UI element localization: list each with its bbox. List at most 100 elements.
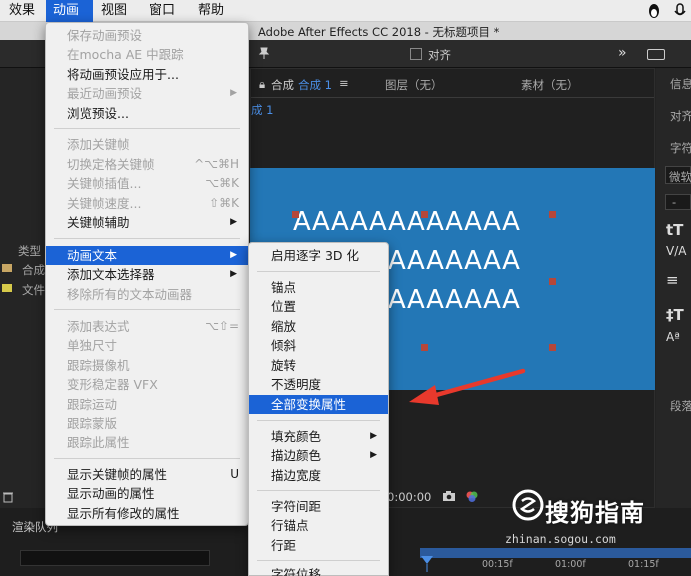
menu-item-keyframe-assistant[interactable]: 关键帧辅助 ▶ [46, 213, 248, 232]
submenu-item-stroke-color[interactable]: 描边颜色 ▶ [249, 446, 388, 465]
align-panel-tab[interactable]: 对齐 [670, 108, 691, 124]
submenu-arrow-icon: ▶ [230, 88, 237, 98]
project-item-file[interactable]: 文件 [22, 282, 45, 298]
playhead-icon[interactable] [420, 552, 434, 572]
submenu-item-stroke-width[interactable]: 描边宽度 [249, 466, 388, 485]
kerning-icon[interactable]: V/A [666, 244, 686, 258]
font-field[interactable]: 微软 [669, 169, 691, 185]
time-tick: 01:00f [555, 559, 586, 570]
menu-separator [54, 238, 240, 239]
submenu-item-all-transform[interactable]: 全部变换属性 [249, 395, 388, 414]
info-panel-tab[interactable]: 信息 [670, 76, 691, 92]
menu-separator [257, 490, 380, 491]
submenu-item-fill-color[interactable]: 填充颜色 ▶ [249, 427, 388, 446]
red-arrow-annotation [409, 368, 526, 405]
comp-tab[interactable]: 合成 1 [298, 77, 332, 93]
animate-text-submenu: 启用逐字 3D 化 锚点 位置 缩放 倾斜 旋转 不透明度 全部变换属性 填充颜… [248, 242, 389, 576]
footage-tab[interactable]: 素材（无） [521, 77, 579, 93]
bbox-handle[interactable] [549, 211, 556, 218]
stroke-icon[interactable]: ≡ [666, 271, 679, 289]
menu-view[interactable]: 视图 [94, 0, 134, 22]
character-panel-tab[interactable]: 字符 [670, 140, 691, 156]
menu-item-track-motion[interactable]: 跟踪运动 [46, 395, 248, 414]
submenu-item-rotation[interactable]: 旋转 [249, 356, 388, 375]
align-label: 对齐 [428, 48, 451, 62]
menu-item-apply-preset[interactable]: 将动画预设应用于... [46, 65, 248, 84]
menu-item-save-preset[interactable]: 保存动画预设 [46, 26, 248, 45]
menu-item-separate-dimensions[interactable]: 单独尺寸 [46, 336, 248, 355]
bbox-handle[interactable] [292, 211, 299, 218]
submenu-item-char-offset[interactable]: 字符位移 [249, 565, 388, 576]
microphone-icon[interactable] [672, 3, 688, 19]
project-panel: 类型 合成 文件 [0, 68, 45, 508]
bbox-handle[interactable] [549, 278, 556, 285]
hamburger-icon[interactable]: ≡ [339, 76, 349, 90]
menu-item-add-text-selector[interactable]: 添加文本选择器 ▶ [46, 265, 248, 284]
comp-swatch [2, 264, 12, 272]
menu-effects[interactable]: 效果 [2, 0, 42, 22]
channel-icon[interactable] [465, 490, 479, 502]
submenu-arrow-icon: ▶ [370, 450, 377, 460]
menu-item-reveal-animated-props[interactable]: 显示动画的属性 [46, 484, 248, 503]
menu-item-browse-presets[interactable]: 浏览预设... [46, 104, 248, 123]
project-item-comp[interactable]: 合成 [22, 262, 45, 278]
menu-item-animate-text[interactable]: 动画文本 ▶ [46, 246, 248, 265]
paragraph-panel-tab[interactable]: 段落 [670, 398, 691, 414]
menu-item-add-expression[interactable]: 添加表达式 ⌥⇧= [46, 317, 248, 336]
submenu-item-opacity[interactable]: 不透明度 [249, 375, 388, 394]
camera-icon[interactable] [442, 490, 456, 502]
bbox-handle[interactable] [421, 211, 428, 218]
timeline-search-input[interactable] [20, 550, 210, 566]
lock-icon[interactable]: 🔒︎ [259, 77, 265, 92]
menu-item-warp-stabilizer[interactable]: 变形稳定器 VFX [46, 375, 248, 394]
menu-item-keyframe-interpolation[interactable]: 关键帧插值... ⌥⌘K [46, 174, 248, 193]
submenu-item-skew[interactable]: 倾斜 [249, 336, 388, 355]
submenu-item-per-char-3d[interactable]: 启用逐字 3D 化 [249, 246, 388, 265]
layer-tab[interactable]: 图层（无） [385, 77, 443, 93]
menu-item-remove-text-animators[interactable]: 移除所有的文本动画器 [46, 285, 248, 304]
submenu-item-anchor-point[interactable]: 锚点 [249, 278, 388, 297]
keyboard-icon[interactable] [647, 49, 665, 60]
menu-animation[interactable]: 动画 [46, 0, 93, 22]
menu-item-toggle-hold-keyframe[interactable]: 切换定格关键帧 ^⌥⌘H [46, 155, 248, 174]
penguin-icon[interactable] [646, 3, 662, 19]
trash-icon[interactable] [2, 491, 14, 503]
menu-item-reveal-keyframe-props[interactable]: 显示关键帧的属性 U [46, 465, 248, 484]
menu-item-track-property[interactable]: 跟踪此属性 [46, 433, 248, 452]
work-area-bar[interactable] [420, 548, 691, 558]
submenu-item-tracking[interactable]: 字符间距 [249, 497, 388, 516]
comp-breadcrumb[interactable]: 成 1 [251, 102, 273, 118]
timecode[interactable]: 0:00:00 [387, 490, 431, 504]
menu-item-reveal-modified-props[interactable]: 显示所有修改的属性 [46, 504, 248, 523]
submenu-arrow-icon: ▶ [230, 217, 237, 227]
menu-item-track-mask[interactable]: 跟踪蒙版 [46, 414, 248, 433]
chevron-right-icon[interactable]: » [618, 45, 627, 61]
menu-separator [54, 458, 240, 459]
font-size-icon[interactable]: tT [666, 221, 683, 239]
watermark-text: 搜狗指南 [545, 499, 645, 527]
font-style-field[interactable]: - [672, 195, 676, 209]
pin-icon[interactable] [257, 46, 271, 60]
baseline-icon[interactable]: Aª [666, 330, 680, 344]
menu-item-track-camera[interactable]: 跟踪摄像机 [46, 356, 248, 375]
submenu-item-scale[interactable]: 缩放 [249, 317, 388, 336]
submenu-arrow-icon: ▶ [230, 250, 237, 260]
menu-window[interactable]: 窗口 [142, 0, 182, 22]
comp-tab-prefix: 合成 [271, 78, 294, 92]
bbox-handle[interactable] [549, 344, 556, 351]
menu-help[interactable]: 帮助 [191, 0, 231, 22]
menu-bar: 效果 动画 视图 窗口 帮助 [0, 0, 691, 22]
right-panels: 信息 对齐 字符 微软 - tT V/A ≡ ‡T Aª 段落 [656, 68, 691, 508]
bbox-handle[interactable] [421, 344, 428, 351]
submenu-item-position[interactable]: 位置 [249, 297, 388, 316]
menu-item-track-mocha[interactable]: 在mocha AE 中跟踪 [46, 45, 248, 64]
submenu-item-line-spacing[interactable]: 行距 [249, 536, 388, 555]
menu-item-keyframe-velocity[interactable]: 关键帧速度... ⇧⌘K [46, 194, 248, 213]
align-checkbox[interactable] [410, 48, 422, 60]
type-column-header: 类型 [18, 244, 41, 258]
submenu-item-line-anchor[interactable]: 行锚点 [249, 516, 388, 535]
menu-item-recent-presets[interactable]: 最近动画预设 ▶ [46, 84, 248, 103]
vertical-scale-icon[interactable]: ‡T [666, 306, 684, 324]
menu-separator [257, 271, 380, 272]
menu-item-add-keyframe[interactable]: 添加关键帧 [46, 135, 248, 154]
